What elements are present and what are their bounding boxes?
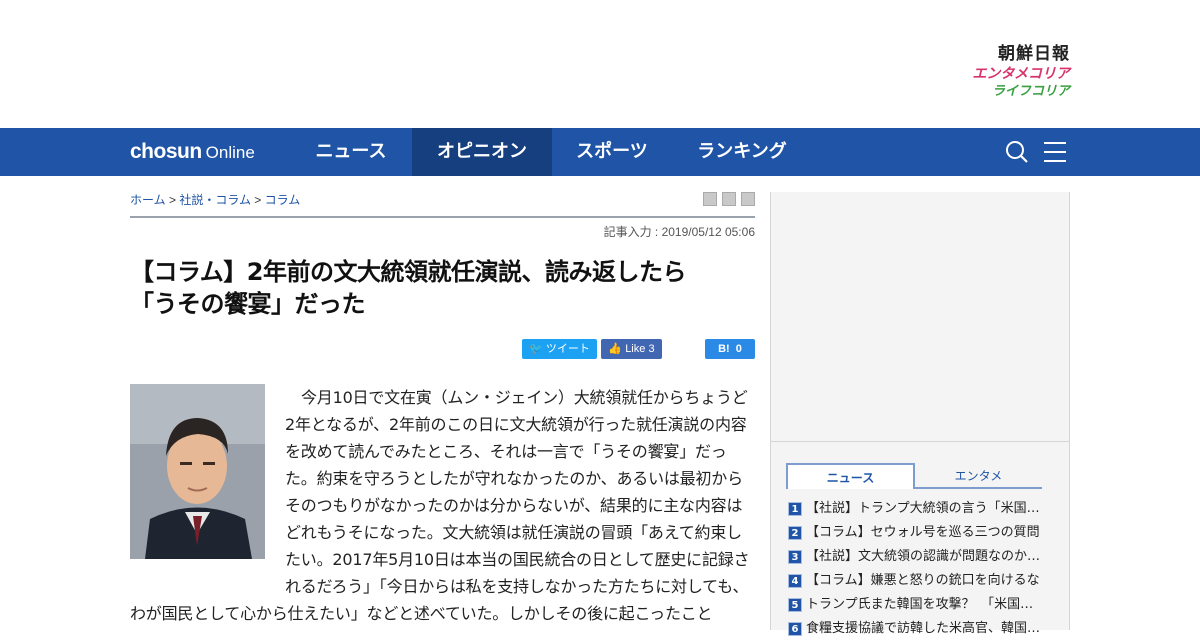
tab-news[interactable]: ニュース (786, 463, 915, 489)
entame-korea-link[interactable]: エンタメコリア (930, 64, 1070, 84)
thumbs-up-icon: 👍 (608, 343, 623, 355)
back-icon[interactable] (741, 192, 755, 206)
breadcrumb-editorial[interactable]: 社説・コラム (179, 193, 251, 207)
breadcrumb-home[interactable]: ホーム (130, 193, 166, 207)
rank-number: 5 (788, 597, 802, 612)
ranking-tabs: ニュース エンタメ (786, 463, 1042, 489)
tweet-button[interactable]: 🐦 ツイート (522, 339, 597, 359)
hatena-count: 0 (735, 343, 742, 355)
rank-number: 4 (788, 573, 802, 588)
nav-item-ranking[interactable]: ランキング (672, 128, 812, 176)
breadcrumb-divider (130, 216, 755, 218)
site-logo[interactable]: chosun Online (130, 140, 255, 164)
hatena-bookmark-button[interactable]: B! 0 (705, 339, 755, 359)
hatena-label: B! (718, 343, 730, 355)
logo-text-light: Online (205, 143, 255, 162)
rank-title: 【コラム】セウォル号を巡る三つの質問 (806, 525, 1040, 540)
breadcrumb-sep: > (250, 193, 265, 207)
rank-number: 2 (788, 525, 802, 540)
breadcrumb-column[interactable]: コラム (265, 193, 301, 207)
top-header: 朝鮮日報 エンタメコリア ライフコリア (0, 0, 1200, 128)
headline-line-2: 「うその饗宴」だった (130, 290, 366, 318)
rank-title: 【コラム】嫌悪と怒りの銃口を向けるな (806, 573, 1040, 588)
brand-links: 朝鮮日報 エンタメコリア ライフコリア (930, 44, 1070, 100)
list-item[interactable]: 1 【社説】トランプ大統領の言う「米国… (786, 497, 1046, 521)
tab-entame[interactable]: エンタメ (915, 463, 1042, 489)
breadcrumb: ホーム > 社説・コラム > コラム (130, 191, 300, 208)
rank-title: 【社説】文大統領の認識が問題なのか… (806, 549, 1041, 564)
rank-number: 6 (788, 621, 802, 636)
life-korea-link[interactable]: ライフコリア (930, 84, 1070, 100)
search-icon[interactable] (1005, 140, 1029, 164)
menu-icon[interactable] (1043, 140, 1067, 164)
rank-title: トランプ氏また韓国を攻撃？ 「米国… (806, 597, 1034, 612)
list-item[interactable]: 4 【コラム】嫌悪と怒りの銃口を向けるな (786, 569, 1046, 593)
main-nav: chosun Online ニュース オピニオン スポーツ ランキング (0, 128, 1200, 176)
article-headline: 【コラム】2年前の文大統領就任演説、読み返したら 「うその饗宴」だった (130, 256, 755, 320)
facebook-like-button[interactable]: 👍 Like 3 (601, 339, 662, 359)
rank-title: 食糧支援協議で訪韓した米高官、韓国… (806, 621, 1041, 636)
nav-item-news[interactable]: ニュース (291, 128, 411, 176)
photo-spacer (130, 384, 285, 594)
tweet-label: ツイート (545, 343, 590, 355)
list-item[interactable]: 3 【社説】文大統領の認識が問題なのか… (786, 545, 1046, 569)
rank-number: 1 (788, 501, 802, 516)
rank-title: 【社説】トランプ大統領の言う「米国… (806, 501, 1040, 516)
sidebar: ニュース エンタメ 1 【社説】トランプ大統領の言う「米国… 2 【コラム】セウォル… (770, 192, 1070, 636)
list-icon[interactable] (722, 192, 736, 206)
list-item[interactable]: 6 食糧支援協議で訪韓した米高官、韓国… (786, 617, 1046, 641)
ad-slot (771, 192, 1069, 442)
list-item[interactable]: 2 【コラム】セウォル号を巡る三つの質問 (786, 521, 1046, 545)
like-count: 3 (648, 343, 655, 355)
twitter-icon: 🐦 (529, 343, 543, 355)
rank-number: 3 (788, 549, 802, 564)
article-tools (703, 192, 755, 206)
ranking-list: 1 【社説】トランプ大統領の言う「米国… 2 【コラム】セウォル号を巡る三つの質問 … (786, 497, 1046, 641)
like-label: Like (625, 343, 646, 355)
nav-item-sports[interactable]: スポーツ (552, 128, 672, 176)
print-icon[interactable] (703, 192, 717, 206)
list-item[interactable]: 5 トランプ氏また韓国を攻撃？ 「米国… (786, 593, 1046, 617)
logo-text-bold: chosun (130, 140, 202, 163)
article-body: 今月10日で文在寅（ムン・ジェイン）大統領就任からちょうど2年となるが、2年前の… (130, 384, 755, 627)
breadcrumb-sep: > (165, 193, 180, 207)
chosun-ilbo-link[interactable]: 朝鮮日報 (930, 44, 1070, 64)
article-date: 記事入力 : 2019/05/12 05:06 (603, 225, 755, 239)
headline-line-1: 【コラム】2年前の文大統領就任演説、読み返したら (130, 258, 686, 286)
nav-item-opinion[interactable]: オピニオン (412, 128, 552, 176)
